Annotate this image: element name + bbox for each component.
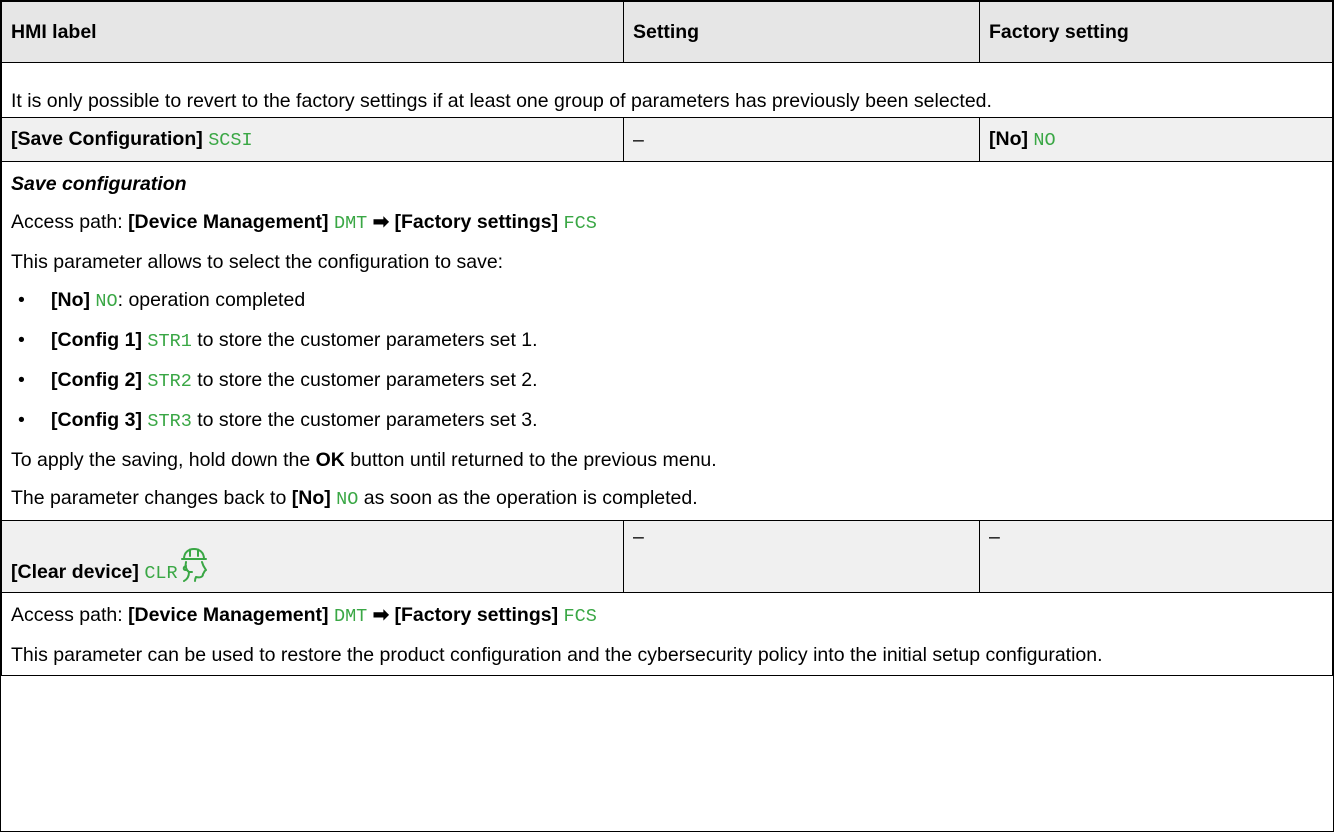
- save-config-label: [Save Configuration]: [11, 127, 203, 150]
- list-item-config-2: • [Config 2] STR2 to store the customer …: [11, 368, 1323, 394]
- table-row-save-configuration: [Save Configuration] SCSI – [No] NO: [1, 117, 1333, 162]
- option-text: to store the customer parameters set 3.: [191, 409, 538, 431]
- table-row-clear-device: [Clear device] CLR – –: [1, 520, 1333, 593]
- clear-device-factory: –: [979, 520, 1333, 593]
- path-factory-settings-label: [Factory settings]: [394, 604, 559, 626]
- arrow-right-icon: ➡: [372, 211, 390, 233]
- clear-device-text: This parameter can be used to restore th…: [11, 644, 1103, 666]
- apply-text-pre: To apply the saving, hold down the: [11, 449, 316, 471]
- access-path-prefix: Access path:: [11, 211, 129, 233]
- save-apply-instruction: To apply the saving, hold down the OK bu…: [11, 448, 1323, 472]
- back-text-post: as soon as the operation is completed.: [358, 487, 698, 509]
- path-device-management-code: DMT: [333, 213, 368, 234]
- save-config-description-row: Save configuration Access path: [Device …: [1, 161, 1333, 521]
- table-header-row: HMI label Setting Factory setting: [1, 0, 1333, 63]
- clear-device-description-row: Access path: [Device Management] DMT ➡ […: [1, 592, 1333, 676]
- path-device-management-label: [Device Management]: [128, 604, 329, 626]
- path-factory-settings-code: FCS: [563, 213, 597, 234]
- option-label: [No]: [51, 289, 90, 311]
- bullet-icon: •: [18, 369, 25, 391]
- option-label: [Config 3]: [51, 409, 142, 431]
- path-device-management-code: DMT: [333, 606, 368, 627]
- save-config-factory-label: [No]: [989, 127, 1028, 150]
- helmet-icon: [180, 548, 208, 588]
- header-setting: Setting: [623, 0, 980, 63]
- save-config-factory-code: NO: [1033, 129, 1056, 151]
- header-hmi-label: HMI label: [1, 0, 624, 63]
- save-back-note: The parameter changes back to [No] NO as…: [11, 486, 1323, 512]
- bullet-icon: •: [18, 289, 25, 311]
- option-label: [Config 1]: [51, 329, 142, 351]
- save-config-label-cell: [Save Configuration] SCSI: [1, 117, 624, 162]
- intro-note: It is only possible to revert to the fac…: [1, 62, 1333, 118]
- intro-note-row: It is only possible to revert to the fac…: [1, 62, 1333, 118]
- save-config-description: Save configuration Access path: [Device …: [1, 161, 1333, 521]
- document-page: HMI label Setting Factory setting It is …: [0, 0, 1334, 832]
- path-device-management-label: [Device Management]: [128, 211, 329, 233]
- clear-device-label: [Clear device]: [11, 561, 139, 583]
- option-text: to store the customer parameters set 2.: [191, 369, 538, 391]
- save-config-factory-cell: [No] NO: [979, 117, 1333, 162]
- option-label: [Config 2]: [51, 369, 142, 391]
- back-code: NO: [336, 489, 359, 510]
- option-code: STR3: [147, 411, 192, 432]
- path-factory-settings-label: [Factory settings]: [394, 211, 559, 233]
- header-factory-setting: Factory setting: [979, 0, 1333, 63]
- clear-device-access-path: Access path: [Device Management] DMT ➡ […: [11, 603, 1323, 629]
- path-factory-settings-code: FCS: [563, 606, 597, 627]
- option-text: to store the customer parameters set 1.: [191, 329, 538, 351]
- parameter-table: HMI label Setting Factory setting It is …: [1, 0, 1333, 676]
- apply-text-post: button until returned to the previous me…: [344, 449, 717, 471]
- bullet-icon: •: [18, 409, 25, 431]
- clear-device-description: Access path: [Device Management] DMT ➡ […: [1, 592, 1333, 676]
- back-label: [No]: [291, 487, 331, 509]
- save-config-title: Save configuration: [11, 173, 187, 195]
- list-item-config-3: • [Config 3] STR3 to store the customer …: [11, 408, 1323, 434]
- arrow-right-icon: ➡: [372, 604, 390, 626]
- save-config-code: SCSI: [208, 129, 253, 151]
- access-path-prefix: Access path:: [11, 604, 129, 626]
- back-text-pre: The parameter changes back to: [11, 487, 292, 509]
- save-config-access-path: Access path: [Device Management] DMT ➡ […: [11, 210, 1323, 236]
- option-code: STR1: [147, 331, 192, 352]
- option-code: STR2: [147, 371, 192, 392]
- clear-device-code: CLR: [144, 563, 178, 584]
- save-config-setting: –: [623, 117, 980, 162]
- option-text: : operation completed: [117, 289, 306, 311]
- list-item-no: • [No] NO: operation completed: [11, 288, 1323, 314]
- save-config-intro: This parameter allows to select the conf…: [11, 251, 504, 273]
- ok-key-label: OK: [315, 449, 345, 471]
- option-code: NO: [95, 291, 118, 312]
- clear-device-label-cell: [Clear device] CLR: [1, 520, 624, 593]
- bullet-icon: •: [18, 329, 25, 351]
- list-item-config-1: • [Config 1] STR1 to store the customer …: [11, 328, 1323, 354]
- clear-device-setting: –: [623, 520, 980, 593]
